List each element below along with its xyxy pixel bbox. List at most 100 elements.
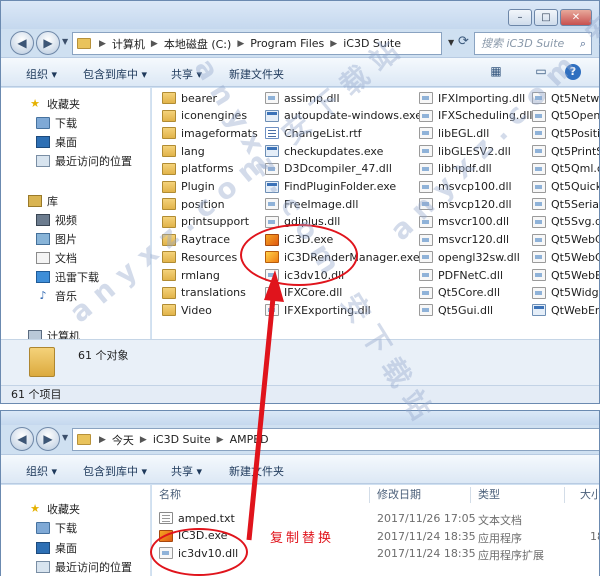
- file-item[interactable]: Plugin: [162, 179, 215, 195]
- file-item[interactable]: IFXCore.dll: [265, 285, 342, 301]
- nav-recent-places[interactable]: 最近访问的位置: [36, 153, 132, 169]
- breadcrumb-program-files[interactable]: Program Files: [250, 37, 324, 50]
- breadcrumb-local-disk[interactable]: 本地磁盘 (C:): [164, 36, 231, 52]
- file-item[interactable]: printsupport: [162, 214, 249, 230]
- column-header-modified[interactable]: 修改日期: [377, 485, 421, 505]
- column-header-name[interactable]: 名称: [159, 485, 181, 505]
- file-item[interactable]: msvcr100.dll: [419, 214, 509, 230]
- organize-button[interactable]: 组织 ▾: [26, 66, 57, 82]
- file-item[interactable]: libhpdf.dll: [419, 161, 492, 177]
- file-item[interactable]: FreeImage.dll: [265, 196, 358, 212]
- file-item[interactable]: libEGL.dll: [419, 125, 489, 141]
- new-folder-button[interactable]: 新建文件夹: [229, 66, 284, 82]
- file-item[interactable]: ChangeList.rtf: [265, 125, 362, 141]
- nav-music[interactable]: ♪ 音乐: [36, 288, 77, 304]
- breadcrumb-ic3d-suite[interactable]: iC3D Suite: [153, 433, 211, 446]
- share-button[interactable]: 共享 ▾: [171, 66, 202, 82]
- file-item[interactable]: msvcp120.dll: [419, 196, 512, 212]
- nav-libraries[interactable]: 库: [28, 193, 58, 209]
- nav-recent-places[interactable]: 最近访问的位置: [36, 559, 132, 575]
- forward-button[interactable]: ▶: [36, 427, 60, 451]
- nav-desktop[interactable]: 桌面: [36, 134, 77, 150]
- nav-videos[interactable]: 视频: [36, 212, 77, 228]
- nav-computer[interactable]: 计算机: [28, 328, 80, 339]
- file-item[interactable]: Qt5WebC: [532, 232, 599, 248]
- file-item[interactable]: Qt5PrintS: [532, 143, 599, 159]
- preview-pane-icon[interactable]: ▭: [533, 64, 549, 80]
- view-options-icon[interactable]: ▦: [488, 64, 504, 80]
- column-header-type[interactable]: 类型: [478, 485, 500, 505]
- file-item[interactable]: D3Dcompiler_47.dll: [265, 161, 392, 177]
- file-item[interactable]: Qt5Netw: [532, 90, 599, 106]
- minimize-button[interactable]: –: [508, 9, 532, 26]
- file-item[interactable]: lang: [162, 143, 205, 159]
- file-item[interactable]: Qt5Open: [532, 108, 599, 124]
- column-divider[interactable]: [369, 487, 370, 503]
- recent-pages-dropdown[interactable]: ▼: [62, 37, 68, 46]
- file-item[interactable]: autoupdate-windows.exe: [265, 108, 422, 124]
- column-divider[interactable]: [470, 487, 471, 503]
- include-in-library-button[interactable]: 包含到库中 ▾: [83, 463, 147, 479]
- file-item[interactable]: IFXImporting.dll: [419, 90, 525, 106]
- organize-button[interactable]: 组织 ▾: [26, 463, 57, 479]
- refresh-icon[interactable]: ⟳: [458, 34, 469, 49]
- file-item[interactable]: assimp.dll: [265, 90, 340, 106]
- column-header-size[interactable]: 大小: [580, 485, 599, 505]
- file-item[interactable]: Qt5Gui.dll: [419, 302, 493, 318]
- nav-pictures[interactable]: 图片: [36, 231, 77, 247]
- share-button[interactable]: 共享 ▾: [171, 463, 202, 479]
- breadcrumb-ic3d-suite[interactable]: iC3D Suite: [343, 37, 401, 50]
- nav-documents[interactable]: 文档: [36, 250, 77, 266]
- file-item[interactable]: position: [162, 196, 225, 212]
- nav-downloads[interactable]: 下载: [36, 115, 77, 131]
- nav-favorites[interactable]: ★ 收藏夹: [28, 96, 80, 112]
- address-bar[interactable]: ▶ 今天 ▶ iC3D Suite ▶ AMPED: [72, 428, 599, 451]
- file-item[interactable]: IFXScheduling.dll: [419, 108, 533, 124]
- file-item[interactable]: IFXExporting.dll: [265, 302, 371, 318]
- breadcrumb-today[interactable]: 今天: [112, 432, 134, 448]
- file-item[interactable]: checkupdates.exe: [265, 143, 383, 159]
- nav-thunder-downloads[interactable]: 迅雷下载: [36, 269, 99, 285]
- file-item[interactable]: platforms: [162, 161, 233, 177]
- recent-pages-dropdown[interactable]: ▼: [62, 433, 68, 442]
- close-button[interactable]: ✕: [560, 9, 592, 26]
- new-folder-button[interactable]: 新建文件夹: [229, 463, 284, 479]
- file-item[interactable]: Qt5WebC: [532, 249, 599, 265]
- file-item[interactable]: translations: [162, 285, 246, 301]
- file-item[interactable]: Qt5WebE: [532, 267, 599, 283]
- breadcrumb-computer[interactable]: 计算机: [112, 36, 145, 52]
- file-item[interactable]: msvcp100.dll: [419, 179, 512, 195]
- file-item[interactable]: iconengines: [162, 108, 247, 124]
- file-row[interactable]: amped.txt: [159, 510, 235, 526]
- file-item[interactable]: rmlang: [162, 267, 220, 283]
- file-item[interactable]: msvcr120.dll: [419, 232, 509, 248]
- help-icon[interactable]: ?: [565, 64, 581, 80]
- nav-desktop[interactable]: 桌面: [36, 540, 77, 556]
- file-item[interactable]: imageformats: [162, 125, 258, 141]
- file-item[interactable]: bearer: [162, 90, 217, 106]
- search-input[interactable]: 搜索 iC3D Suite ⌕: [474, 32, 592, 55]
- file-item[interactable]: libGLESV2.dll: [419, 143, 511, 159]
- file-item[interactable]: opengl32sw.dll: [419, 249, 520, 265]
- file-item[interactable]: Qt5Svg.d: [532, 214, 599, 230]
- file-item[interactable]: Raytrace: [162, 232, 230, 248]
- back-button[interactable]: ◀: [10, 31, 34, 55]
- file-item[interactable]: Qt5Quick: [532, 179, 599, 195]
- file-item[interactable]: FindPluginFolder.exe: [265, 179, 396, 195]
- include-in-library-button[interactable]: 包含到库中 ▾: [83, 66, 147, 82]
- back-button[interactable]: ◀: [10, 427, 34, 451]
- file-item[interactable]: Qt5Serial: [532, 196, 599, 212]
- breadcrumb-amped[interactable]: AMPED: [230, 433, 269, 446]
- file-item[interactable]: Qt5Positi: [532, 125, 599, 141]
- file-item[interactable]: Qt5Widg: [532, 285, 599, 301]
- file-item[interactable]: Resources: [162, 249, 237, 265]
- maximize-button[interactable]: □: [534, 9, 558, 26]
- address-bar[interactable]: ▶ 计算机 ▶ 本地磁盘 (C:) ▶ Program Files ▶ iC3D…: [72, 32, 442, 55]
- nav-favorites[interactable]: ★ 收藏夹: [28, 501, 80, 517]
- forward-button[interactable]: ▶: [36, 31, 60, 55]
- file-item[interactable]: QtWebEr: [532, 302, 599, 318]
- file-item[interactable]: Qt5Core.dll: [419, 285, 500, 301]
- nav-downloads[interactable]: 下载: [36, 520, 77, 536]
- column-divider[interactable]: [564, 487, 565, 503]
- file-item[interactable]: PDFNetC.dll: [419, 267, 503, 283]
